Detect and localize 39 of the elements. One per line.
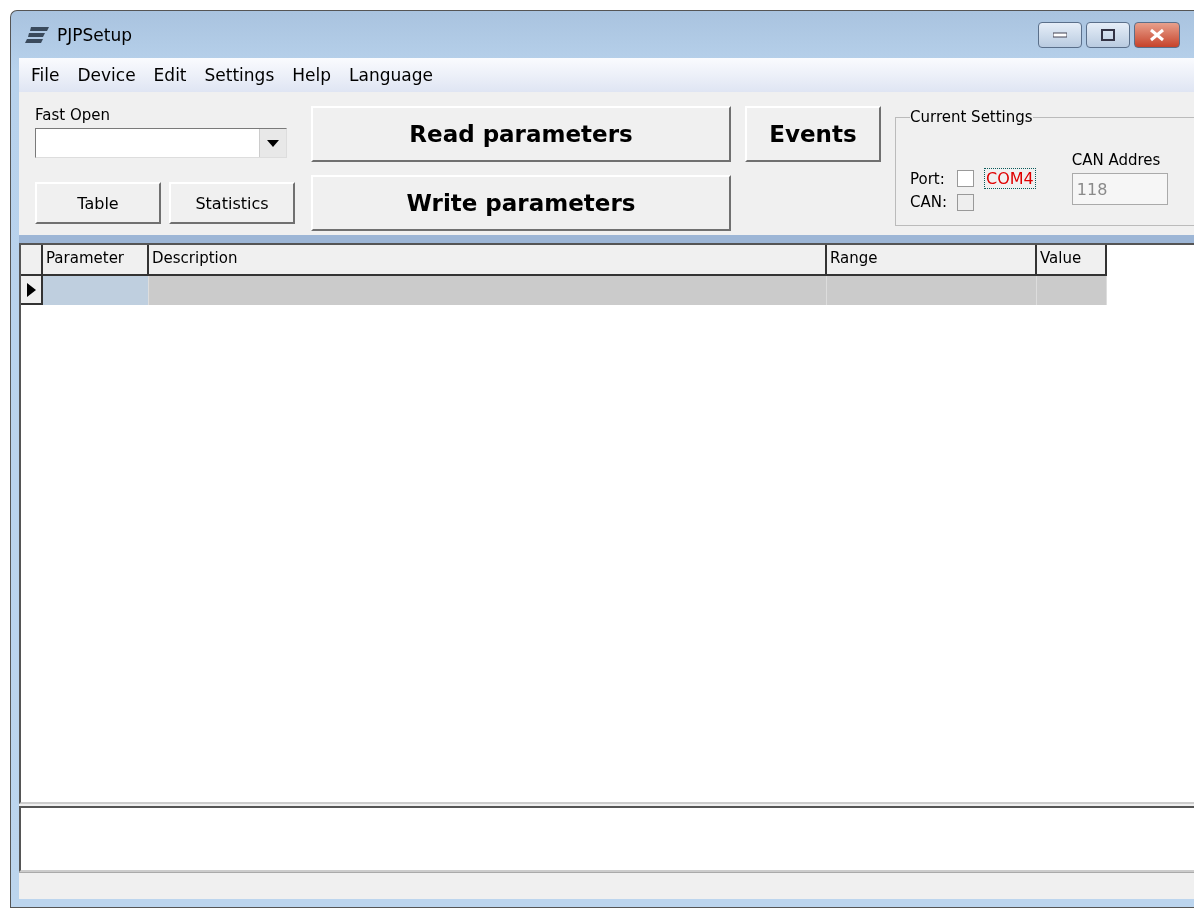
menu-item[interactable]: Language (341, 65, 443, 85)
can-address-label: CAN Addres (1071, 151, 1162, 169)
corner-header (21, 245, 43, 276)
table-cell[interactable] (827, 276, 1037, 305)
column-header[interactable]: Description (149, 245, 827, 276)
fast-open-dropdown[interactable] (35, 128, 287, 158)
table-cell[interactable] (149, 276, 827, 305)
close-button[interactable] (1134, 21, 1180, 48)
menu-item[interactable]: Edit (145, 65, 197, 85)
write-parameters-button[interactable]: Write parameters (311, 175, 731, 231)
events-button[interactable]: Events (745, 106, 881, 162)
read-parameters-button[interactable]: Read parameters (311, 106, 731, 162)
row-header[interactable] (21, 276, 43, 305)
window-title: PJPSetup (57, 24, 132, 45)
fast-open-label: Fast Open (35, 106, 111, 124)
group-title: Current Settings (910, 108, 1033, 126)
statistics-button[interactable]: Statistics (169, 182, 295, 224)
column-header[interactable]: Value (1037, 245, 1107, 276)
menu-item[interactable]: File (23, 65, 70, 85)
menu-item[interactable]: Help (284, 65, 341, 85)
close-icon (1149, 27, 1165, 42)
port-value: COM4 (984, 168, 1036, 189)
table-button[interactable]: Table (35, 182, 161, 224)
column-header[interactable]: Parameter (43, 245, 149, 276)
table-cell[interactable] (43, 276, 149, 305)
app-logo-icon (25, 26, 49, 43)
table-cell[interactable] (1037, 276, 1107, 305)
menu-item[interactable]: Device (69, 65, 146, 85)
maximize-button[interactable] (1086, 21, 1130, 48)
port-label: Port: (910, 169, 946, 188)
maximize-icon (1101, 28, 1115, 41)
port-checkbox[interactable] (957, 170, 974, 187)
minimize-button[interactable] (1038, 21, 1082, 48)
current-row-icon (26, 282, 36, 297)
column-header[interactable]: Range (827, 245, 1037, 276)
dropdown-arrow-icon (267, 139, 279, 147)
menu-item[interactable]: Settings (196, 65, 285, 85)
can-label: CAN: (910, 193, 947, 211)
minimize-icon (1053, 31, 1067, 38)
